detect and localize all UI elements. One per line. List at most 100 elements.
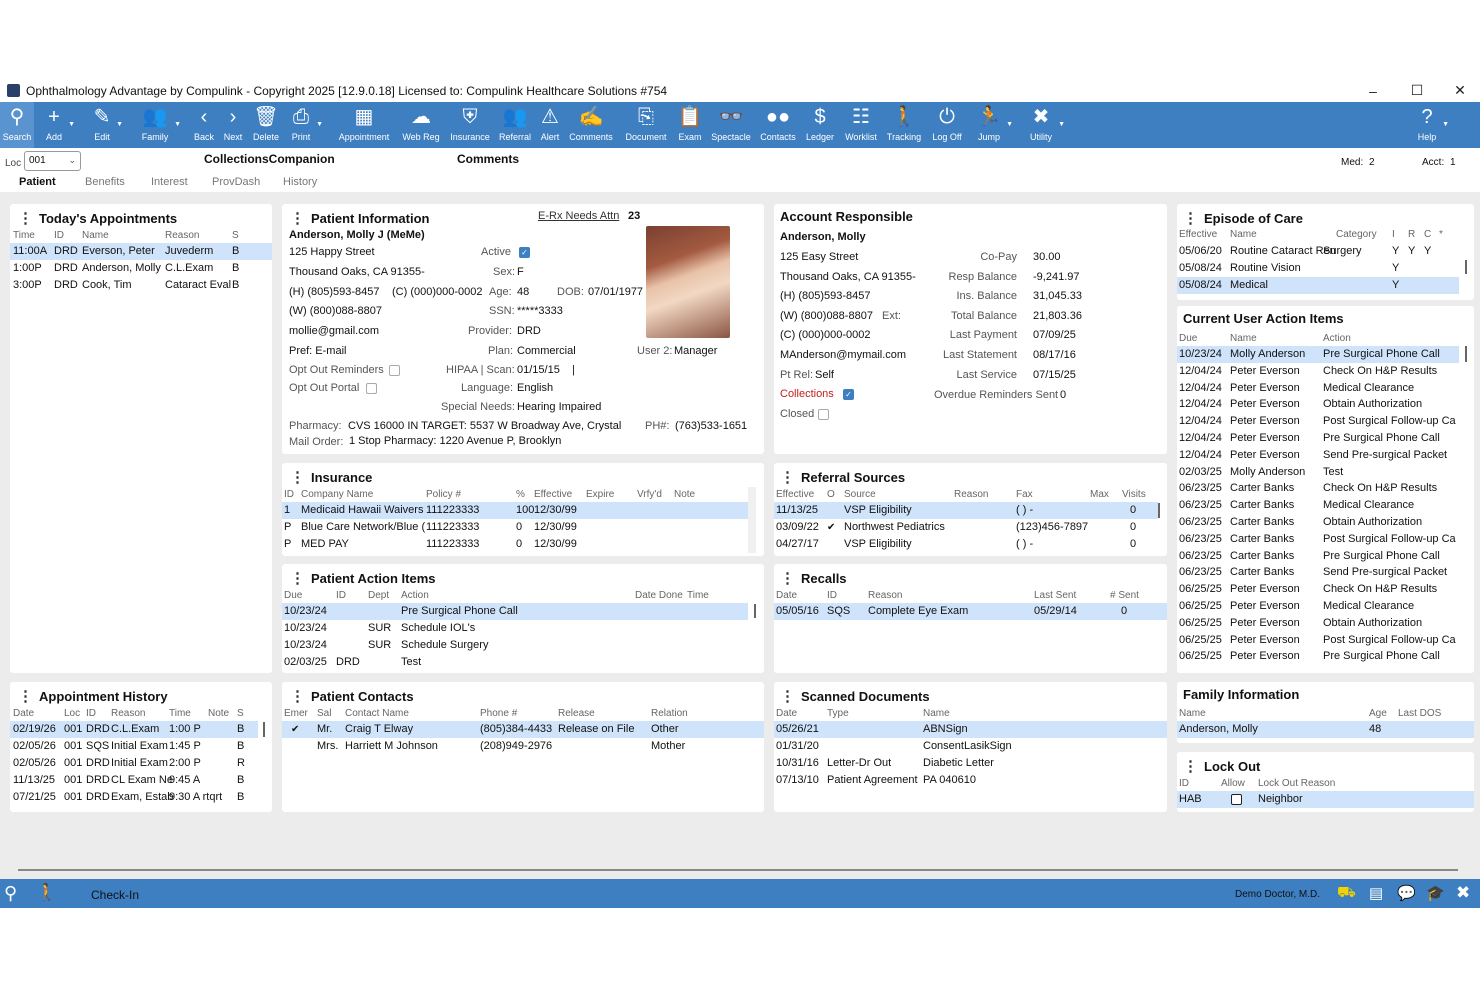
table-row[interactable]: 05/08/24 Medical Y xyxy=(1177,277,1459,294)
table-row[interactable]: 07/21/25 001 DRD Exam, Estab 9:30 A rtqrt B xyxy=(10,789,258,806)
table-row[interactable]: 11:00A DRD Everson, Peter Juvederm B xyxy=(10,243,272,260)
exam-button[interactable]: 📋 Exam xyxy=(677,102,703,148)
table-row[interactable]: 01/31/20 ConsentLasikSign xyxy=(774,738,1167,755)
table-row[interactable]: 06/23/25 Carter Banks Send Pre-surgical Pa… xyxy=(1177,564,1459,581)
edit-button[interactable]: ✎ Edit ▼ xyxy=(90,102,123,148)
jump-button[interactable]: 🏃 Jump ▼ xyxy=(974,102,1013,148)
table-row[interactable]: 11/13/25 001 DRD CL Exam Ne 9:45 A B xyxy=(10,772,258,789)
table-row[interactable]: 10/23/24 Pre Surgical Phone Call xyxy=(282,603,748,620)
document-button[interactable]: ⎘ Document xyxy=(623,102,669,148)
web-reg-button[interactable]: ☁ Web Reg xyxy=(401,102,441,148)
loc-select[interactable]: 001 ⌄ xyxy=(24,151,81,171)
table-row[interactable]: 05/08/24 Routine Vision Y xyxy=(1177,260,1459,277)
menu-icon[interactable]: ⋮ xyxy=(1183,209,1198,227)
table-row[interactable]: Mrs. Harriett M Johnson (208)949-2976 Mothe… xyxy=(282,738,764,755)
horizontal-scrollbar[interactable] xyxy=(18,869,1458,871)
print-button[interactable]: ⎙ Print ▼ xyxy=(288,102,323,148)
menu-icon[interactable]: ⋮ xyxy=(290,468,305,486)
comments-link[interactable]: Comments xyxy=(457,152,519,166)
clipboard-icon[interactable]: ▤ xyxy=(1369,884,1383,902)
tab-history[interactable]: History xyxy=(283,176,317,188)
table-row[interactable]: 1:00P DRD Anderson, Molly C.L.Exam B xyxy=(10,260,272,277)
tab-interest[interactable]: Interest xyxy=(151,176,188,188)
table-row[interactable]: 06/25/25 Peter Everson Post Surgical Follo… xyxy=(1177,632,1459,649)
patient-photo[interactable] xyxy=(646,226,730,338)
appointment-button[interactable]: ▦ Appointment xyxy=(336,102,392,148)
table-row[interactable]: 10/23/24 SUR Schedule Surgery xyxy=(282,637,748,654)
table-row[interactable]: 10/23/24 SUR Schedule IOL's xyxy=(282,620,748,637)
table-row[interactable]: 06/23/25 Carter Banks Check On H&P Results xyxy=(1177,480,1459,497)
menu-icon[interactable]: ⋮ xyxy=(780,468,795,486)
opt-out-reminders-checkbox[interactable] xyxy=(389,365,400,376)
scrollbar[interactable] xyxy=(1465,346,1467,362)
comments-button[interactable]: ✍ Comments xyxy=(567,102,615,148)
table-row[interactable]: 06/23/25 Carter Banks Obtain Authorization xyxy=(1177,514,1459,531)
tracking-button[interactable]: 🚶 Tracking xyxy=(885,102,923,148)
active-checkbox[interactable]: ✓ xyxy=(519,247,530,258)
opt-out-portal-checkbox[interactable] xyxy=(366,383,377,394)
back-button[interactable]: ‹ Back xyxy=(192,102,216,148)
menu-icon[interactable]: ⋮ xyxy=(290,209,305,227)
minimize-button[interactable]: – xyxy=(1351,79,1395,102)
maximize-button[interactable]: ☐ xyxy=(1395,79,1439,102)
table-row[interactable]: 3:00P DRD Cook, Tim Cataract Eval B xyxy=(10,277,272,294)
table-row[interactable]: 02/05/26 001 DRD Initial Exam 2:00 P R xyxy=(10,755,258,772)
tools-icon[interactable]: ✖ xyxy=(1456,883,1470,903)
chat-icon[interactable]: 💬 xyxy=(1397,884,1416,902)
family-button[interactable]: 👥 Family ▼ xyxy=(138,102,181,148)
contacts-button[interactable]: ●● Contacts xyxy=(758,102,798,148)
help-button[interactable]: ? Help ▼ xyxy=(1414,102,1449,148)
scrollbar[interactable] xyxy=(263,722,265,737)
menu-icon[interactable]: ⋮ xyxy=(780,687,795,705)
table-row[interactable]: 10/31/16 Letter-Dr Out Diabetic Letter xyxy=(774,755,1167,772)
table-row[interactable]: 02/03/25 DRD Test xyxy=(282,654,748,671)
menu-icon[interactable]: ⋮ xyxy=(290,687,305,705)
tab-patient[interactable]: Patient xyxy=(19,176,56,188)
table-row[interactable]: 02/19/26 001 DRD C.L.Exam 1:00 P B xyxy=(10,721,258,738)
table-row[interactable]: 12/04/24 Peter Everson Send Pre-surgical P… xyxy=(1177,447,1459,464)
table-row[interactable]: 02/05/26 001 SQS Initial Exam 1:45 P B xyxy=(10,738,258,755)
table-row[interactable]: 06/23/25 Carter Banks Medical Clearance xyxy=(1177,497,1459,514)
insurance-button[interactable]: ⛨ Insurance xyxy=(449,102,491,148)
tab-benefits[interactable]: Benefits xyxy=(85,176,125,188)
collections-checkbox[interactable]: ✓ xyxy=(843,389,854,400)
table-row[interactable]: 12/04/24 Peter Everson Check On H&P Result… xyxy=(1177,363,1459,380)
menu-icon[interactable]: ⋮ xyxy=(1183,757,1198,775)
table-row[interactable]: 11/13/25 VSP Eligibility ( ) - 0 xyxy=(774,502,1158,519)
allow-checkbox[interactable] xyxy=(1231,794,1242,805)
table-row[interactable]: 06/25/25 Peter Everson Check On H&P Result… xyxy=(1177,581,1459,598)
table-row[interactable]: 12/04/24 Peter Everson Pre Surgical Phone … xyxy=(1177,430,1459,447)
table-row[interactable]: ✔ Mr. Craig T Elway (805)384-4433 Release on… xyxy=(282,721,764,738)
close-button[interactable]: ✕ xyxy=(1438,79,1480,102)
tab-provdash[interactable]: ProvDash xyxy=(212,176,260,188)
table-row[interactable]: HAB Neighbor xyxy=(1177,791,1474,808)
table-row[interactable]: 12/04/24 Peter Everson Post Surgical Follo… xyxy=(1177,413,1459,430)
table-row[interactable]: 06/23/25 Carter Banks Pre Surgical Phone C… xyxy=(1177,548,1459,565)
inbox-icon[interactable]: ⛟ xyxy=(1337,884,1356,903)
closed-checkbox[interactable] xyxy=(818,409,829,420)
alert-button[interactable]: ⚠ Alert xyxy=(538,102,562,148)
table-row[interactable]: 10/23/24 Molly Anderson Pre Surgical Phone… xyxy=(1177,346,1459,363)
search-icon[interactable]: ⚲ xyxy=(4,883,17,904)
table-row[interactable]: 07/13/10 Patient Agreement PA 040610 xyxy=(774,772,1167,789)
spectacle-button[interactable]: 👓 Spectacle xyxy=(709,102,753,148)
erx-needs-attn-link[interactable]: E-Rx Needs Attn xyxy=(538,210,619,222)
log-off-button[interactable]: ⏻ Log Off xyxy=(929,102,965,148)
walking-person-icon[interactable]: 🚶 xyxy=(36,883,57,903)
table-row[interactable]: 05/05/16 SQS Complete Eye Exam 05/29/14 0 xyxy=(774,603,1167,620)
table-row[interactable]: 05/26/21 ABNSign xyxy=(774,721,1167,738)
table-row[interactable]: 02/03/25 Molly Anderson Test xyxy=(1177,464,1459,481)
menu-icon[interactable]: ⋮ xyxy=(18,209,33,227)
table-row[interactable]: 12/04/24 Peter Everson Obtain Authorizatio… xyxy=(1177,396,1459,413)
scrollbar[interactable] xyxy=(748,487,756,553)
table-row[interactable]: 03/09/22 ✔ Northwest Pediatrics (123)456-78… xyxy=(774,519,1158,536)
menu-icon[interactable]: ⋮ xyxy=(290,569,305,587)
ledger-button[interactable]: $ Ledger xyxy=(804,102,836,148)
next-button[interactable]: › Next xyxy=(221,102,245,148)
menu-icon[interactable]: ⋮ xyxy=(780,569,795,587)
collections-companion-link[interactable]: CollectionsCompanion xyxy=(204,152,335,166)
utility-button[interactable]: ✖ Utility ▼ xyxy=(1026,102,1065,148)
search-button[interactable]: ⚲ Search xyxy=(0,102,34,148)
table-row[interactable]: 1 Medicaid Hawaii Waivers 111223333 100 12/3… xyxy=(282,502,748,519)
check-in-label[interactable]: Check-In xyxy=(91,888,139,902)
